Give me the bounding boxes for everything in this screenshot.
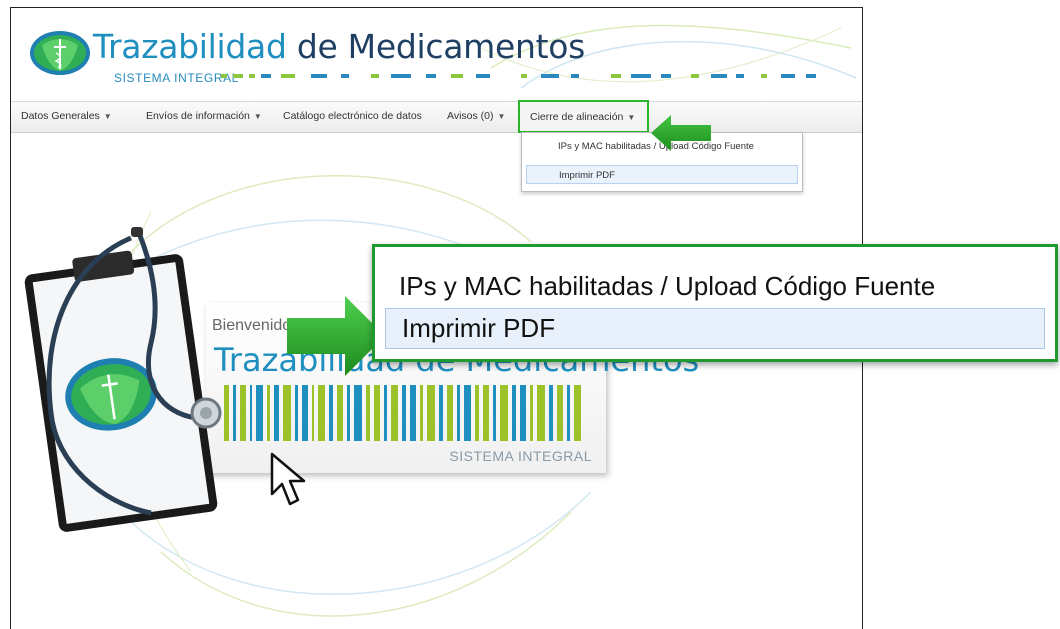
callout-item-ips-mac[interactable]: IPs y MAC habilitadas / Upload Código Fu… bbox=[399, 271, 935, 302]
logo-emblem-icon bbox=[30, 31, 90, 75]
nav-datos-generales[interactable]: Datos Generales ▼ bbox=[21, 110, 112, 122]
caret-down-icon: ▼ bbox=[627, 113, 636, 122]
nav-label: Cierre de alineación bbox=[530, 111, 624, 123]
barcode-decoration bbox=[224, 385, 581, 441]
nav-label: Datos Generales bbox=[21, 110, 100, 122]
green-arrow-icon bbox=[651, 115, 711, 151]
nav-envios-informacion[interactable]: Envíos de información ▼ bbox=[146, 110, 262, 122]
mouse-cursor-icon bbox=[270, 452, 306, 506]
brand-title-part2: de Medicamentos bbox=[296, 27, 586, 66]
zoomed-menu-callout: IPs y MAC habilitadas / Upload Código Fu… bbox=[372, 244, 1058, 362]
site-header: Trazabilidad de Medicamentos SISTEMA INT… bbox=[11, 8, 862, 100]
clipboard-stethoscope-illustration bbox=[24, 227, 222, 532]
caret-down-icon: ▼ bbox=[253, 112, 262, 121]
nav-label: Envíos de información bbox=[146, 110, 250, 122]
banner-subtitle: SISTEMA INTEGRAL bbox=[449, 448, 592, 464]
caret-down-icon: ▼ bbox=[497, 112, 506, 121]
nav-label: Avisos (0) bbox=[447, 110, 494, 122]
nav-avisos[interactable]: Avisos (0) ▼ bbox=[447, 110, 505, 122]
caret-down-icon: ▼ bbox=[103, 112, 112, 121]
nav-label: Catálogo electrónico de datos bbox=[283, 110, 422, 122]
dashed-decoration bbox=[221, 74, 816, 78]
nav-catalogo-electronico[interactable]: Catálogo electrónico de datos bbox=[283, 110, 422, 122]
brand-title: Trazabilidad de Medicamentos bbox=[93, 27, 585, 66]
callout-item-imprimir-pdf[interactable]: Imprimir PDF bbox=[385, 308, 1045, 349]
brand-title-part1: Trazabilidad bbox=[93, 27, 287, 66]
nav-cierre-alineacion[interactable]: Cierre de alineación ▼ bbox=[518, 100, 649, 133]
main-navbar: Datos Generales ▼ Envíos de información ▼ … bbox=[11, 100, 862, 133]
